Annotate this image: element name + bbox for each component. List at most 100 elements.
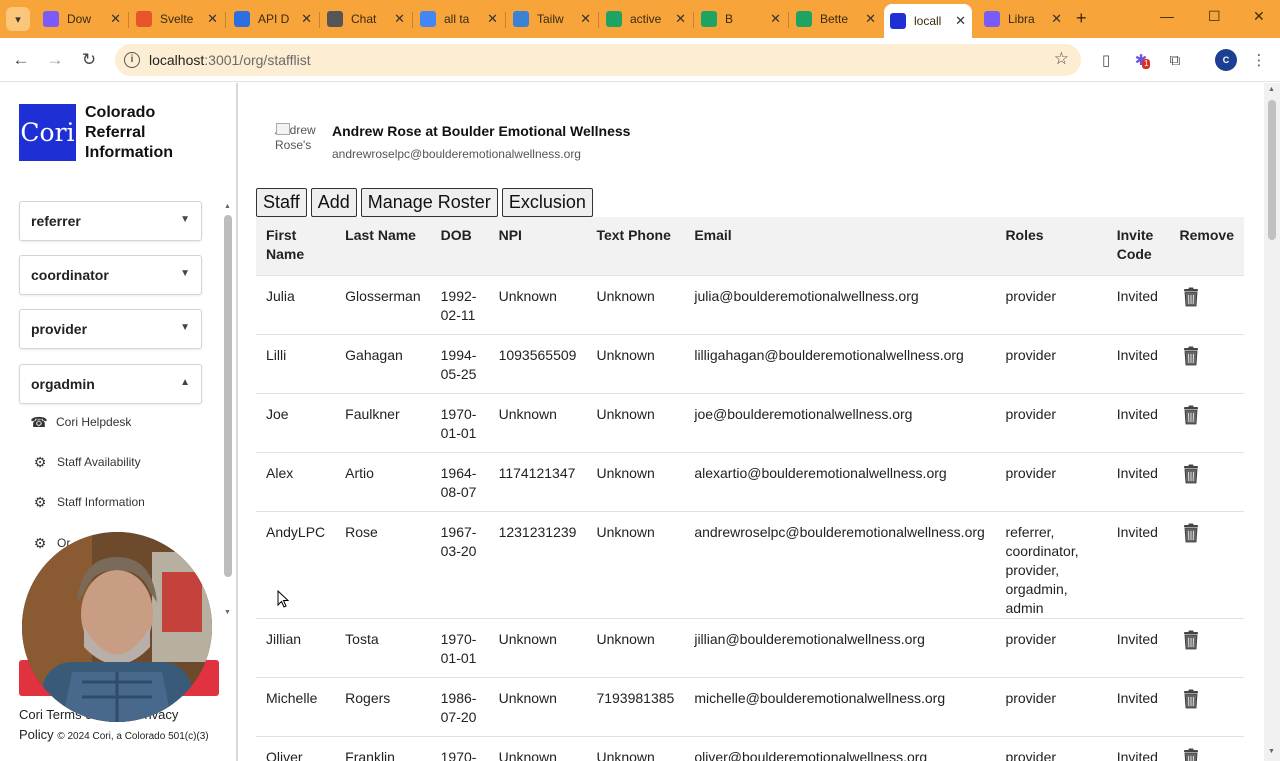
browser-tab[interactable]: all ta ✕ <box>414 4 504 34</box>
accordion-referrer[interactable]: referrer ▼ <box>19 201 202 241</box>
trash-icon[interactable] <box>1182 287 1200 307</box>
browser-tab[interactable]: active ✕ <box>600 4 692 34</box>
browser-tab[interactable]: Chat ✕ <box>321 4 411 34</box>
accordion-orgadmin[interactable]: orgadmin ▲ <box>19 364 202 404</box>
site-info-icon[interactable]: i <box>124 52 140 68</box>
close-tab-icon[interactable]: ✕ <box>955 13 966 29</box>
browser-toolbar: ← → ↻ i localhost:3001/org/stafflist ☆ ▯… <box>0 38 1280 82</box>
scroll-down-icon[interactable]: ▼ <box>1268 748 1275 755</box>
cell-email: jillian@boulderemotionalwellness.org <box>684 617 996 677</box>
col-roles[interactable]: Roles <box>995 217 1107 275</box>
tab-add[interactable]: Add <box>310 188 357 217</box>
close-tab-icon[interactable]: ✕ <box>580 11 591 27</box>
browser-tab[interactable]: locall ✕ <box>884 4 972 38</box>
trash-icon[interactable] <box>1182 630 1200 650</box>
close-tab-icon[interactable]: ✕ <box>487 11 498 27</box>
cell-phone: Unknown <box>586 617 685 677</box>
sidebar-scrollbar[interactable]: ▲ ▼ <box>222 201 234 621</box>
cell-remove <box>1169 274 1244 334</box>
col-invite-code[interactable]: Invite Code <box>1106 217 1170 275</box>
trash-icon[interactable] <box>1182 405 1200 425</box>
tab-title: Tailw <box>537 12 564 26</box>
forward-icon[interactable]: → <box>43 48 67 72</box>
cell-dob: 1967-03-20 <box>430 510 489 618</box>
table-row: Lilli Gahagan 1994-05-25 1093565509 Unknown l… <box>256 333 1244 393</box>
accordion-coordinator[interactable]: coordinator ▼ <box>19 255 202 295</box>
browser-tab[interactable]: Svelte ✕ <box>130 4 224 34</box>
trash-icon[interactable] <box>1182 346 1200 366</box>
table-row: Joe Faulkner 1970-01-01 Unknown Unknown joe@b… <box>256 392 1244 452</box>
trash-icon[interactable] <box>1182 689 1200 709</box>
col-first-name[interactable]: First Name <box>256 217 336 275</box>
extensions-puzzle-icon[interactable]: ⧉ <box>1164 49 1186 71</box>
minimize-icon[interactable]: — <box>1160 8 1174 24</box>
close-tab-icon[interactable]: ✕ <box>207 11 218 27</box>
cell-npi: Unknown <box>488 274 587 334</box>
col-npi[interactable]: NPI <box>488 217 587 275</box>
drive-icon <box>606 11 622 27</box>
trash-icon[interactable] <box>1182 748 1200 761</box>
address-bar[interactable]: i localhost:3001/org/stafflist ☆ <box>115 44 1081 76</box>
scrollbar-thumb[interactable] <box>224 215 232 577</box>
policy-link[interactable]: Policy <box>19 727 54 742</box>
close-tab-icon[interactable]: ✕ <box>770 11 781 27</box>
cell-first: Jillian <box>256 617 336 677</box>
maximize-icon[interactable]: ☐ <box>1208 8 1221 25</box>
close-tab-icon[interactable]: ✕ <box>301 11 312 27</box>
col-text-phone[interactable]: Text Phone <box>586 217 685 275</box>
bookmark-star-icon[interactable]: ☆ <box>1054 49 1069 69</box>
sidebar-item-staff-information[interactable]: ⚙ Staff Information <box>31 493 145 511</box>
sidebar-item-cori-helpdesk[interactable]: ☎ Cori Helpdesk <box>30 413 131 431</box>
api-icon <box>234 11 250 27</box>
accordion-provider[interactable]: provider ▼ <box>19 309 202 349</box>
trash-icon[interactable] <box>1182 464 1200 484</box>
staff-table: First Name Last Name DOB NPI Text Phone … <box>256 217 1244 761</box>
page-scrollbar[interactable]: ▲ ▼ <box>1264 83 1280 761</box>
reload-icon[interactable]: ↻ <box>77 48 101 72</box>
cell-last: Glosserman <box>335 274 431 334</box>
browser-tab[interactable]: Dow ✕ <box>37 4 127 34</box>
browser-tab[interactable]: Bette ✕ <box>790 4 882 34</box>
cell-invite: Invited <box>1106 676 1170 736</box>
cori-logo[interactable]: Cori <box>19 104 76 161</box>
scroll-down-icon[interactable]: ▼ <box>224 609 231 616</box>
cell-phone: Unknown <box>586 392 685 452</box>
close-tab-icon[interactable]: ✕ <box>110 11 121 27</box>
col-dob[interactable]: DOB <box>430 217 489 275</box>
tab-exclusion[interactable]: Exclusion <box>501 188 593 217</box>
scroll-up-icon[interactable]: ▲ <box>224 203 231 210</box>
close-tab-icon[interactable]: ✕ <box>1051 11 1062 27</box>
cell-roles: provider <box>995 392 1107 452</box>
url-text[interactable]: localhost:3001/org/stafflist <box>149 52 311 68</box>
browser-tab[interactable]: Libra ✕ <box>978 4 1068 34</box>
cell-dob: 1986-07-20 <box>430 676 489 736</box>
trash-icon[interactable] <box>1182 523 1200 543</box>
close-tab-icon[interactable]: ✕ <box>675 11 686 27</box>
tab-search-button[interactable]: ▾ <box>6 7 30 31</box>
staff-tabs: Staff Add Manage Roster Exclusion <box>256 188 597 217</box>
browser-menu-icon[interactable]: ⋮ <box>1248 49 1270 71</box>
scrollbar-thumb[interactable] <box>1268 100 1276 240</box>
sidebar-item-label: Cori Helpdesk <box>56 415 132 429</box>
browser-tab[interactable]: API D ✕ <box>228 4 318 34</box>
scroll-up-icon[interactable]: ▲ <box>1268 86 1275 93</box>
tab-staff[interactable]: Staff <box>256 188 307 217</box>
page-icon[interactable]: ▯ <box>1095 49 1117 71</box>
table-header-row: First Name Last Name DOB NPI Text Phone … <box>256 217 1244 275</box>
profile-avatar[interactable]: C <box>1215 49 1237 71</box>
extension-icon[interactable]: ✱ 1 <box>1130 49 1152 71</box>
close-window-icon[interactable]: ✕ <box>1253 8 1265 25</box>
close-tab-icon[interactable]: ✕ <box>394 11 405 27</box>
browser-tab[interactable]: B ✕ <box>695 4 787 34</box>
cell-npi: 1174121347 <box>488 451 587 511</box>
cell-email: lilligahagan@boulderemotionalwellness.or… <box>684 333 996 393</box>
back-icon[interactable]: ← <box>9 48 33 72</box>
cell-dob: 1964-08-07 <box>430 451 489 511</box>
close-tab-icon[interactable]: ✕ <box>865 11 876 27</box>
sidebar-item-staff-availability[interactable]: ⚙ Staff Availability <box>31 453 141 471</box>
new-tab-button[interactable]: + <box>1076 8 1087 29</box>
browser-tab[interactable]: Tailw ✕ <box>507 4 597 34</box>
col-email[interactable]: Email <box>684 217 996 275</box>
tab-manage-roster[interactable]: Manage Roster <box>360 188 498 217</box>
col-last-name[interactable]: Last Name <box>335 217 431 275</box>
